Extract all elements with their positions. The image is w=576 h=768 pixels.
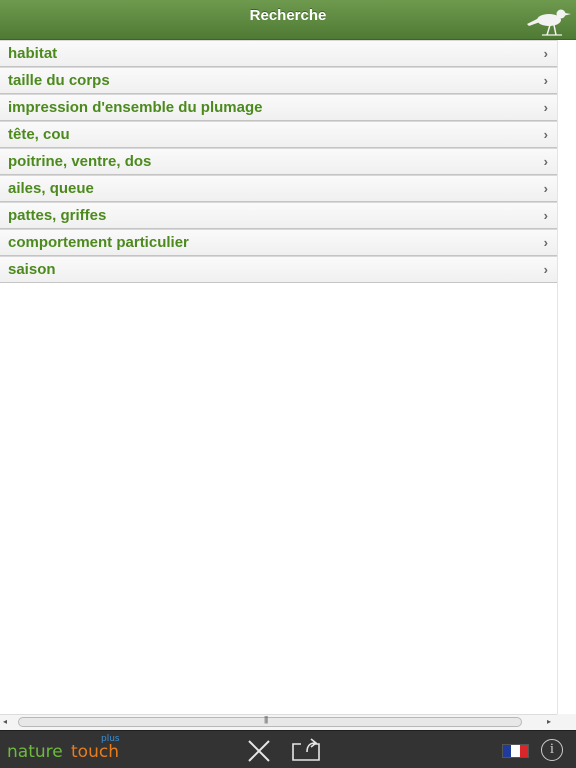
list-item-label: impression d'ensemble du plumage xyxy=(8,99,263,116)
list-item-legs-claws[interactable]: pattes, griffes › xyxy=(0,202,557,229)
scrollbar-corner xyxy=(557,714,576,730)
chevron-right-icon: › xyxy=(543,235,548,250)
bird-icon xyxy=(527,9,571,36)
list-item-label: comportement particulier xyxy=(8,234,189,251)
logo-text-plus: plus xyxy=(101,734,120,744)
chevron-right-icon: › xyxy=(543,127,548,142)
logo-text-nature: nature xyxy=(7,742,63,762)
app-window: Recherche habitat › taille du corps › im… xyxy=(0,0,576,768)
list-item-label: taille du corps xyxy=(8,72,110,89)
list-item-plumage[interactable]: impression d'ensemble du plumage › xyxy=(0,94,557,121)
list-item-wings-tail[interactable]: ailes, queue › xyxy=(0,175,557,202)
list-item-head-neck[interactable]: tête, cou › xyxy=(0,121,557,148)
chevron-right-icon: › xyxy=(543,262,548,277)
list-item-label: habitat xyxy=(8,45,58,62)
header-bar: Recherche xyxy=(0,0,576,40)
list-item-label: ailes, queue xyxy=(8,180,94,197)
list-item-label: saison xyxy=(8,261,56,278)
share-icon[interactable] xyxy=(291,738,321,762)
page-title: Recherche xyxy=(249,7,327,24)
flag-fr-icon[interactable] xyxy=(502,744,529,758)
scrollbar-thumb[interactable]: ||| xyxy=(18,715,522,727)
list-item-label: poitrine, ventre, dos xyxy=(8,153,152,170)
chevron-right-icon: › xyxy=(543,46,548,61)
search-criteria-panel: habitat › taille du corps › impression d… xyxy=(0,40,557,714)
chevron-right-icon: › xyxy=(543,154,548,169)
scroll-left-arrow-icon[interactable]: ◂ xyxy=(3,717,7,726)
grip-icon: ||| xyxy=(264,715,268,724)
bottom-toolbar: nature touch plus i xyxy=(0,730,576,768)
list-item-chest-belly-back[interactable]: poitrine, ventre, dos › xyxy=(0,148,557,175)
vertical-scrollbar[interactable] xyxy=(557,40,576,714)
chevron-right-icon: › xyxy=(543,181,548,196)
list-item-season[interactable]: saison › xyxy=(0,256,557,283)
criteria-list: habitat › taille du corps › impression d… xyxy=(0,40,557,283)
list-item-label: pattes, griffes xyxy=(8,207,107,224)
list-item-habitat[interactable]: habitat › xyxy=(0,40,557,67)
flag-blue-stripe xyxy=(503,745,512,757)
list-item-behavior[interactable]: comportement particulier › xyxy=(0,229,557,256)
chevron-right-icon: › xyxy=(543,208,548,223)
flag-red-stripe xyxy=(519,745,528,757)
chevron-right-icon: › xyxy=(543,100,548,115)
list-item-label: tête, cou xyxy=(8,126,70,143)
chevron-right-icon: › xyxy=(543,73,548,88)
naturetouch-logo: nature touch plus xyxy=(7,734,127,765)
logo-text-touch: touch xyxy=(71,742,119,762)
horizontal-scrollbar[interactable]: ◂ ||| ▸ xyxy=(0,714,557,730)
scroll-right-arrow-icon[interactable]: ▸ xyxy=(547,717,551,726)
close-icon[interactable] xyxy=(246,739,272,763)
info-button[interactable]: i xyxy=(541,739,563,761)
flag-white-stripe xyxy=(511,745,520,757)
list-item-body-size[interactable]: taille du corps › xyxy=(0,67,557,94)
